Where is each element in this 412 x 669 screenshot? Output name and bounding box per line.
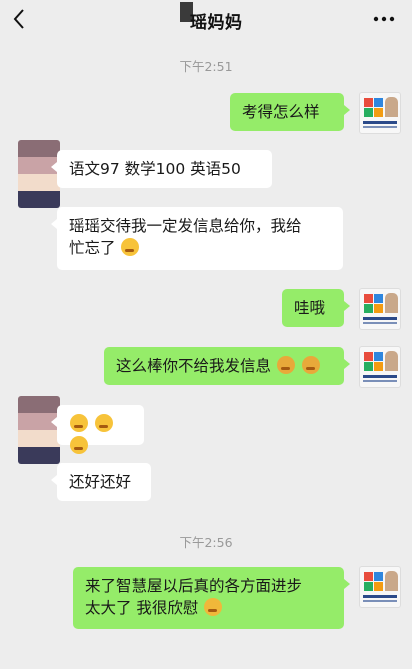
timestamp: 下午2:56: [179, 535, 233, 550]
back-arrow-icon[interactable]: [9, 6, 31, 32]
my-avatar[interactable]: [359, 92, 401, 134]
my-avatar[interactable]: [359, 346, 401, 388]
my-message-bubble[interactable]: 哇哦: [282, 289, 344, 327]
bubble-tail: [344, 301, 350, 311]
bubble-tail: [51, 219, 57, 229]
my-message-bubble[interactable]: 来了智慧屋以后真的各方面进步 太大了 我很欣慰: [73, 567, 344, 629]
message-text: 来了智慧屋以后真的各方面进步: [85, 577, 303, 595]
my-message-bubble[interactable]: 这么棒你不给我发信息: [104, 347, 344, 385]
my-avatar[interactable]: [359, 288, 401, 330]
contact-message-bubble[interactable]: 瑶瑶交待我一定发信息给你，我给 忙忘了: [57, 207, 343, 270]
thinking-face-emoji: [121, 238, 140, 256]
chat-title: 瑶妈妈: [190, 13, 243, 33]
chat-header: 瑶妈妈: [0, 0, 412, 38]
contact-message-bubble[interactable]: 语文97 数学100 英语50: [57, 150, 272, 188]
bubble-tail: [51, 475, 57, 485]
thinking-face-emoji: [94, 414, 113, 432]
bubble-tail: [51, 417, 57, 427]
message-text: 语文97 数学100 英语50: [69, 160, 241, 178]
grimacing-emoji: [276, 356, 295, 374]
bubble-tail: [51, 162, 57, 172]
contact-avatar[interactable]: [18, 140, 60, 208]
bubble-tail: [344, 359, 350, 369]
my-avatar[interactable]: [359, 566, 401, 608]
message-text: 哇哦: [294, 299, 326, 317]
timestamp: 下午2:51: [179, 59, 233, 74]
bubble-tail: [344, 105, 350, 115]
message-text: 太大了 我很欣慰: [85, 599, 199, 617]
contact-avatar[interactable]: [18, 396, 60, 464]
more-dots-icon[interactable]: [372, 10, 396, 28]
grimacing-emoji: [301, 356, 320, 374]
contact-message-bubble[interactable]: [57, 405, 144, 454]
message-text: 还好还好: [69, 473, 132, 491]
contact-message-bubble[interactable]: 还好还好: [57, 463, 151, 501]
message-text: 这么棒你不给我发信息: [116, 357, 272, 375]
thinking-face-emoji: [70, 436, 88, 454]
thinking-face-emoji: [70, 414, 88, 432]
my-message-bubble[interactable]: 考得怎么样: [230, 93, 344, 131]
bubble-tail: [344, 579, 350, 589]
message-text: 瑶瑶交待我一定发信息给你，我给: [69, 217, 302, 235]
message-text: 考得怎么样: [242, 103, 320, 121]
grimacing-emoji: [204, 598, 223, 616]
message-text: 忙忘了: [69, 239, 116, 257]
